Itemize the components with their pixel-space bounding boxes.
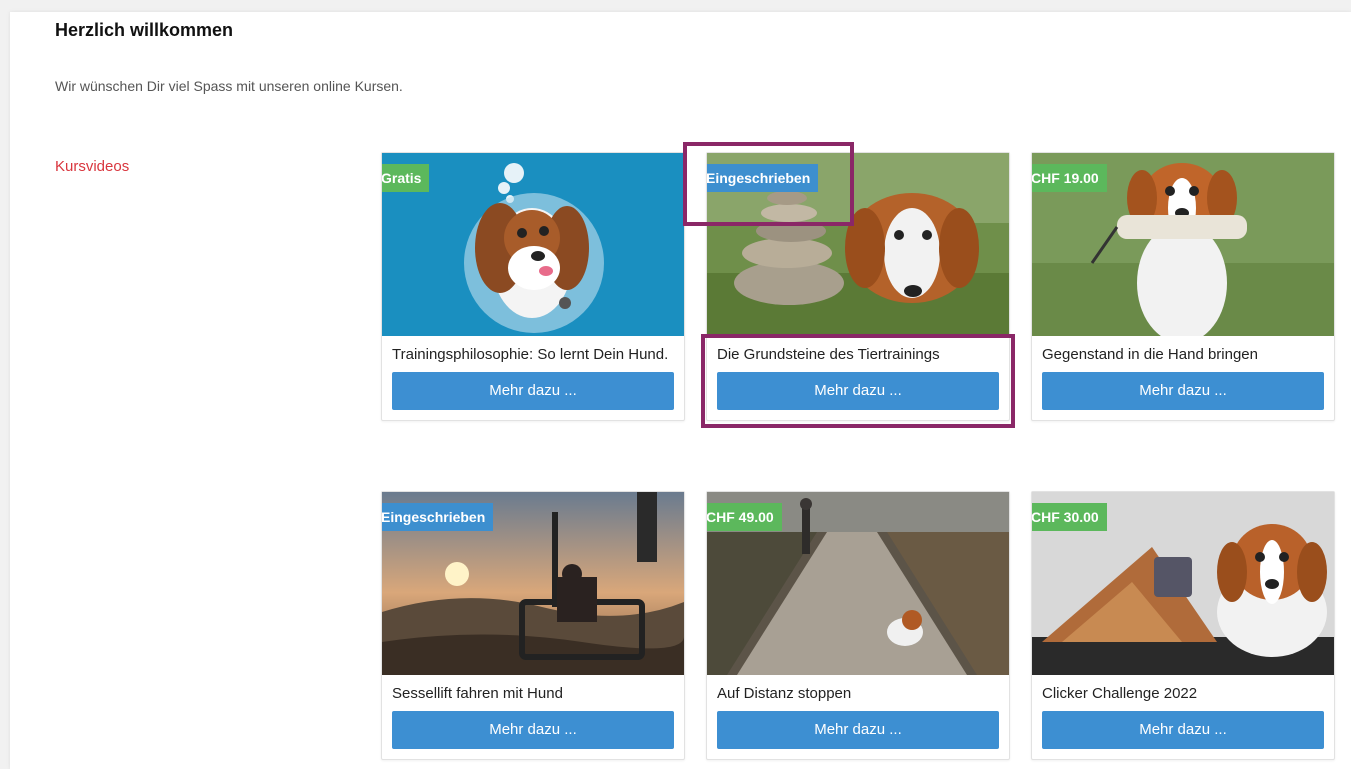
course-thumbnail[interactable]: Eingeschrieben <box>382 492 684 675</box>
course-thumbnail[interactable]: CHF 49.00 <box>707 492 1009 675</box>
price-badge: CHF 30.00 <box>1032 503 1107 531</box>
course-card[interactable]: CHF 19.00 Gegenstand in die Hand bringen… <box>1031 152 1335 421</box>
course-card[interactable]: CHF 49.00 Auf Distanz stoppen Mehr dazu … <box>706 491 1010 760</box>
more-info-button[interactable]: Mehr dazu ... <box>392 372 674 410</box>
more-info-button[interactable]: Mehr dazu ... <box>392 711 674 749</box>
page-title: Herzlich willkommen <box>55 20 234 40</box>
more-info-button[interactable]: Mehr dazu ... <box>1042 711 1324 749</box>
course-title: Sessellift fahren mit Hund <box>392 685 563 702</box>
highlight-box-enrolled-badge <box>683 142 854 226</box>
course-thumbnail[interactable]: Gratis <box>382 153 684 336</box>
course-thumbnail[interactable]: CHF 19.00 <box>1032 153 1334 336</box>
price-badge: CHF 19.00 <box>1032 164 1107 192</box>
highlight-box-card-title-button <box>701 334 1015 428</box>
course-title: Auf Distanz stoppen <box>717 685 852 702</box>
course-title: Gegenstand in die Hand bringen <box>1042 346 1258 363</box>
more-info-button[interactable]: Mehr dazu ... <box>717 711 999 749</box>
price-badge: Gratis <box>382 164 430 199</box>
course-title: Clicker Challenge 2022 <box>1042 685 1198 702</box>
price-badge: CHF 49.00 <box>707 503 782 531</box>
page-subtitle: Wir wünschen Dir viel Spass mit unseren … <box>55 78 403 94</box>
course-card[interactable]: CHF 30.00 Clicker Challenge 2022 Mehr da… <box>1031 491 1335 760</box>
category-link-kursvideos[interactable]: Kursvideos <box>55 158 129 175</box>
course-thumbnail[interactable]: CHF 30.00 <box>1032 492 1334 675</box>
enrolled-badge: Eingeschrieben <box>382 503 494 538</box>
course-title: Trainingsphilosophie: So lernt Dein Hund… <box>392 346 669 363</box>
course-card[interactable]: Gratis Trainingsphilosophie: So lernt De… <box>381 152 685 421</box>
course-card[interactable]: Eingeschrieben Sessellift fahren mit Hun… <box>381 491 685 760</box>
more-info-button[interactable]: Mehr dazu ... <box>1042 372 1324 410</box>
